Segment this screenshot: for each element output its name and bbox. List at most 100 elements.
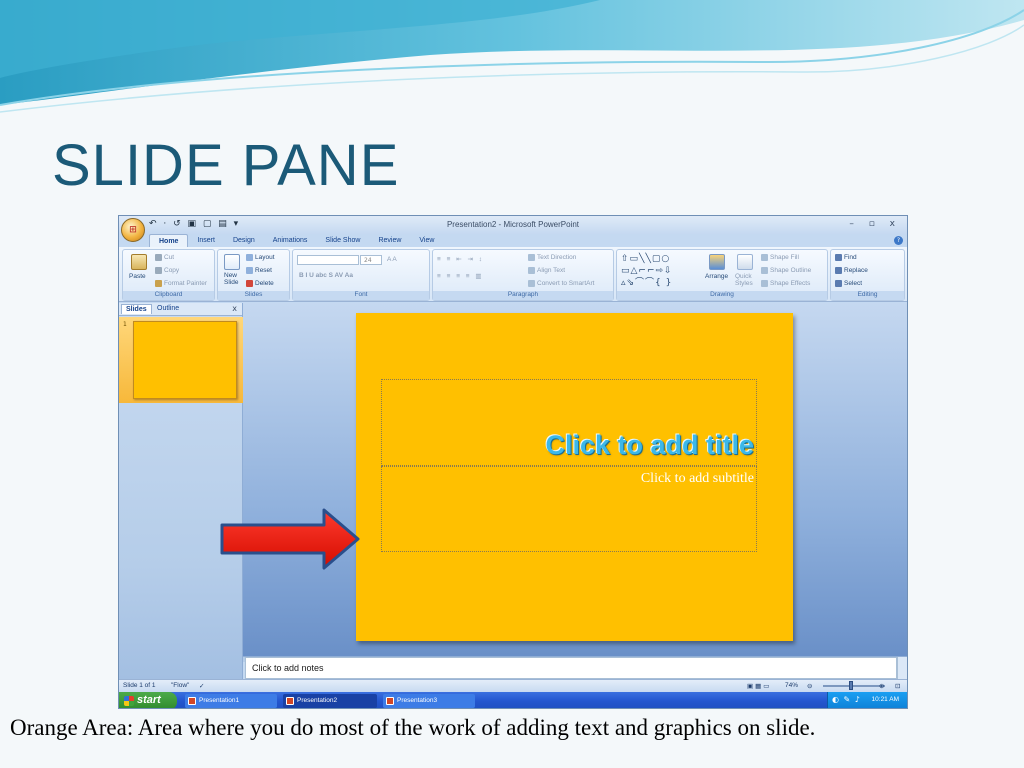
shapes-gallery[interactable]: ⇧▭╲╲▢○ ▭△⌐⌐⇨⇩ ▵⇘⌒⌒{ }	[621, 253, 673, 289]
decorative-wave-banner	[0, 0, 1024, 120]
find-label: Find	[844, 254, 857, 262]
delete-label: Delete	[255, 280, 274, 288]
slide-canvas[interactable]: Click to add title Click to add subtitle	[356, 313, 793, 641]
align-text-button[interactable]: Align Text	[528, 267, 565, 274]
reset-icon	[246, 267, 253, 274]
cursor-icon	[835, 280, 842, 287]
start-label: start	[137, 694, 161, 706]
grow-shrink-font-buttons[interactable]: A A	[387, 256, 397, 263]
align-buttons[interactable]: ≡ ≡ ≡ ≡ ▥	[437, 272, 484, 280]
align-text-label: Align Text	[537, 267, 566, 275]
select-label: Select	[844, 280, 863, 288]
clock: 10:21 AM	[871, 696, 899, 703]
taskbar-item-presentation3[interactable]: Presentation3	[383, 694, 475, 708]
align-text-icon	[528, 267, 535, 274]
tray-icons[interactable]: ◐ ✎ ♪	[832, 695, 861, 704]
layout-button[interactable]: Layout	[246, 254, 275, 261]
reset-label: Reset	[255, 267, 272, 275]
quick-styles-button[interactable]: Quick Styles	[735, 273, 753, 287]
copy-icon	[155, 267, 162, 274]
font-group: 24 A A B I U abc S AV Aa Font	[292, 249, 430, 301]
cut-button[interactable]: Cut	[155, 254, 174, 261]
shape-fill-button[interactable]: Shape Fill	[761, 254, 799, 261]
tab-slide-show[interactable]: Slide Show	[316, 234, 369, 248]
delete-icon	[246, 280, 253, 287]
reset-button[interactable]: Reset	[246, 267, 272, 274]
windows-taskbar: start Presentation1 Presentation2 Presen…	[119, 692, 907, 708]
shape-effects-button[interactable]: Shape Effects	[761, 280, 810, 287]
powerpoint-icon	[386, 697, 394, 705]
tab-animations[interactable]: Animations	[264, 234, 317, 248]
list-buttons[interactable]: ≡ ≡ ⇤ ⇥ ↕	[437, 255, 484, 263]
clipboard-group-label: Clipboard	[123, 291, 214, 300]
taskbar-item-presentation1[interactable]: Presentation1	[185, 694, 277, 708]
tab-insert[interactable]: Insert	[188, 234, 224, 248]
text-direction-label: Text Direction	[537, 254, 577, 262]
brush-icon	[155, 280, 162, 287]
delete-button[interactable]: Delete	[246, 280, 274, 287]
paste-button[interactable]: Paste	[129, 273, 146, 280]
shape-outline-button[interactable]: Shape Outline	[761, 267, 811, 274]
paint-bucket-icon	[761, 254, 768, 261]
fit-to-window-button[interactable]: ⊡	[895, 682, 900, 690]
view-buttons[interactable]: ▣▦▭	[747, 682, 771, 690]
zoom-slider[interactable]	[823, 685, 885, 687]
select-button[interactable]: Select	[835, 280, 862, 287]
tab-home[interactable]: Home	[149, 234, 189, 248]
format-painter-button[interactable]: Format Painter	[155, 280, 207, 287]
window-controls[interactable]: – ▫ x	[849, 219, 901, 229]
title-bar: ↶ · ↺ ▣ ▢ ▤ ▾ Presentation2 - Microsoft …	[119, 216, 907, 234]
powerpoint-screenshot: ↶ · ↺ ▣ ▢ ▤ ▾ Presentation2 - Microsoft …	[118, 215, 908, 709]
ribbon: Paste Cut Copy Format Painter Clipboard …	[119, 247, 907, 302]
slide-thumbnail[interactable]	[133, 321, 237, 399]
find-button[interactable]: Find	[835, 254, 857, 261]
font-size-field[interactable]: 24	[360, 255, 382, 265]
zoom-in-button[interactable]: ⊕	[879, 682, 884, 690]
slides-group: New Slide Layout Reset Delete Slides	[217, 249, 290, 301]
font-format-buttons[interactable]: B I U abc S AV Aa	[299, 272, 353, 279]
convert-smartart-label: Convert to SmartArt	[537, 280, 595, 288]
red-arrow-annotation	[220, 508, 360, 570]
zoom-level[interactable]: 74%	[785, 682, 798, 689]
tab-slides[interactable]: Slides	[121, 304, 152, 314]
cut-label: Cut	[164, 254, 175, 262]
shapes-row-2: ▭△⌐⌐⇨⇩	[621, 266, 673, 276]
layout-label: Layout	[255, 254, 275, 262]
tab-review[interactable]: Review	[369, 234, 410, 248]
slides-group-label: Slides	[218, 291, 289, 300]
shapes-row-1: ⇧▭╲╲▢○	[621, 254, 671, 264]
replace-label: Replace	[844, 267, 868, 275]
close-icon[interactable]: x	[232, 304, 237, 313]
replace-icon	[835, 267, 842, 274]
task-label: Presentation2	[297, 697, 338, 704]
shapes-row-3: ▵⇘⌒⌒{ }	[621, 278, 673, 288]
slides-outline-pane: Slides Outline x 1	[119, 303, 243, 679]
text-direction-icon	[528, 254, 535, 261]
ribbon-tabs: Home Insert Design Animations Slide Show…	[149, 234, 443, 248]
slide-thumbnail-selected[interactable]: 1	[119, 317, 243, 403]
font-name-field[interactable]	[297, 255, 359, 265]
text-direction-button[interactable]: Text Direction	[528, 254, 576, 261]
subtitle-placeholder[interactable]: Click to add subtitle	[381, 466, 757, 552]
convert-smartart-button[interactable]: Convert to SmartArt	[528, 280, 594, 287]
new-slide-button[interactable]: New Slide	[224, 272, 238, 286]
start-button[interactable]: start	[119, 692, 177, 708]
title-placeholder[interactable]: Click to add title	[381, 379, 757, 466]
zoom-slider-thumb[interactable]	[848, 681, 853, 690]
replace-button[interactable]: Replace	[835, 267, 868, 274]
slide-heading: SLIDE PANE	[52, 133, 400, 198]
copy-button[interactable]: Copy	[155, 267, 179, 274]
zoom-out-button[interactable]: ⊖	[807, 682, 812, 690]
spellcheck-icon[interactable]: ✓	[199, 682, 204, 690]
paste-icon	[131, 254, 147, 270]
taskbar-item-presentation2[interactable]: Presentation2	[283, 694, 377, 708]
vertical-scrollbar[interactable]	[897, 657, 907, 679]
help-icon[interactable]: ?	[894, 236, 903, 245]
notes-pane[interactable]: Click to add notes	[245, 657, 897, 679]
tab-outline[interactable]: Outline	[153, 304, 183, 313]
tab-design[interactable]: Design	[224, 234, 264, 248]
arrange-button[interactable]: Arrange	[705, 273, 728, 280]
office-button[interactable]: ⊞	[121, 218, 145, 242]
slide-caption: Orange Area: Area where you do most of t…	[10, 715, 816, 740]
tab-view[interactable]: View	[410, 234, 443, 248]
